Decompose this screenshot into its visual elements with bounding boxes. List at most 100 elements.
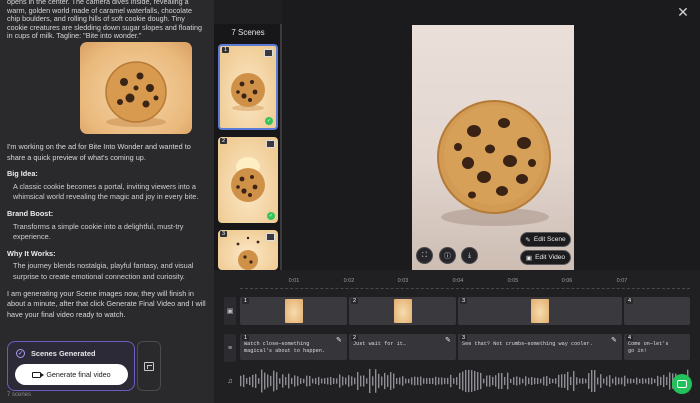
video-clip[interactable]: 3 (458, 297, 622, 325)
audio-waveform[interactable] (240, 366, 690, 396)
waveform-bar (378, 373, 380, 389)
waveform-bar (246, 378, 248, 384)
cookie-image (105, 61, 167, 127)
waveform-bar (279, 378, 281, 384)
pencil-icon: ✎ (525, 236, 531, 244)
edit-icon[interactable]: ✎ (336, 337, 344, 345)
waveform-bar (540, 378, 542, 384)
close-icon[interactable]: ✕ (676, 5, 690, 19)
tick-label: 0:04 (452, 278, 464, 284)
waveform-bar (591, 369, 593, 393)
music-note-icon: ♫ (227, 377, 233, 385)
download-icon: ⤓ (467, 251, 472, 259)
narration-track-icon: ≡ (224, 334, 236, 362)
image-icon (264, 49, 273, 57)
waveform-bar (651, 377, 653, 385)
waveform-bar (414, 376, 416, 386)
narration-clip[interactable]: 3 See that? Not crumbs—something way coo… (458, 334, 622, 360)
edit-scene-button[interactable]: ✎ Edit Scene (520, 232, 571, 247)
tick-label: 0:02 (343, 278, 355, 284)
waveform-bar (318, 376, 320, 386)
waveform-bar (564, 374, 566, 388)
waveform-bar (531, 377, 533, 385)
waveform-bar (543, 376, 545, 386)
waveform-bar (282, 374, 284, 388)
waveform-bar (633, 378, 635, 384)
scene-number: 1 (222, 47, 230, 53)
waveform-bar (561, 374, 563, 388)
waveform-bar (438, 377, 440, 385)
waveform-bar (264, 372, 266, 390)
waveform-bar (504, 377, 506, 385)
message-outro: I am generating your Scene images now, t… (7, 288, 206, 319)
waveform-bar (486, 375, 488, 387)
waveform-bar (261, 369, 263, 393)
tick-label: 0:07 (616, 278, 628, 284)
waveform-bar (426, 378, 428, 384)
clip-number: 1 (242, 298, 250, 304)
scene-card[interactable]: 2 ✓ (218, 137, 278, 223)
waveform-bar (477, 372, 479, 390)
cookie-preview-image[interactable] (80, 42, 192, 134)
clip-thumbnail (394, 299, 412, 323)
waveform-bar (636, 377, 638, 385)
waveform-bar (615, 376, 617, 386)
edit-video-button[interactable]: ▣ Edit Video (520, 250, 571, 265)
scene-card[interactable]: 3 (218, 230, 278, 270)
waveform-bar (462, 371, 464, 391)
waveform-bar (474, 371, 476, 391)
waveform-bar (369, 368, 371, 394)
video-clip[interactable]: 4 (624, 297, 690, 325)
fullscreen-button[interactable]: ⛶ (416, 247, 433, 264)
generation-status: ✓ Scenes Generated (16, 349, 96, 358)
narration-clip[interactable]: 1 Watch close—something magical's about … (240, 334, 347, 360)
waveform-bar (582, 378, 584, 384)
scene-card[interactable]: 1 ✓ (218, 44, 278, 130)
waveform-bar (663, 374, 665, 388)
waveform-bar (468, 369, 470, 393)
waveform-bar (393, 373, 395, 389)
chat-support-button[interactable] (672, 374, 692, 394)
section-heading: Brand Boost: (7, 208, 54, 218)
expand-button[interactable] (137, 341, 161, 391)
narration-text: Watch close—something magical's about to… (244, 341, 325, 354)
waveform-bar (381, 376, 383, 386)
waveform-bar (573, 371, 575, 391)
ruler-line (240, 288, 690, 289)
waveform-bar (498, 372, 500, 390)
info-button[interactable]: ⓘ (439, 247, 456, 264)
waveform-bar (447, 377, 449, 385)
video-clip[interactable]: 2 (349, 297, 456, 325)
waveform-bar (465, 369, 467, 393)
scene-number: 3 (220, 231, 228, 237)
edit-icon[interactable]: ✎ (611, 337, 619, 345)
narration-clip[interactable]: 2 Just wait for it… ✎ (349, 334, 456, 360)
waveform-bar (276, 372, 278, 390)
waveform-bar (330, 377, 332, 385)
waveform-bar (552, 378, 554, 384)
waveform-bar (453, 378, 455, 384)
waveform-bar (519, 377, 521, 385)
app-root: opens in the center. The camera dives in… (0, 0, 700, 403)
message-intro: I'm working on the ad for Bite Into Wond… (7, 142, 191, 162)
waveform-bar (249, 376, 251, 386)
waveform-bar (456, 377, 458, 385)
section-body: The journey blends nostalgia, playful fa… (13, 261, 194, 281)
download-button[interactable]: ⤓ (461, 247, 478, 264)
waveform-bar (255, 373, 257, 389)
narration-clip[interactable]: 4 Come on—let's go in! (624, 334, 690, 360)
waveform-bar (657, 375, 659, 387)
clip-number: 3 (460, 298, 468, 304)
waveform-bar (402, 376, 404, 386)
waveform-bar (306, 375, 308, 387)
waveform-bar (300, 378, 302, 384)
video-clip[interactable]: 1 (240, 297, 347, 325)
waveform-bar (285, 376, 287, 386)
waveform-bar (525, 376, 527, 386)
waveform-bar (315, 377, 317, 385)
tick-label: 0:05 (507, 278, 519, 284)
generate-final-video-button[interactable]: Generate final video (15, 364, 128, 385)
edit-icon[interactable]: ✎ (445, 337, 453, 345)
waveform-bar (243, 374, 245, 388)
waveform-bar (513, 377, 515, 385)
